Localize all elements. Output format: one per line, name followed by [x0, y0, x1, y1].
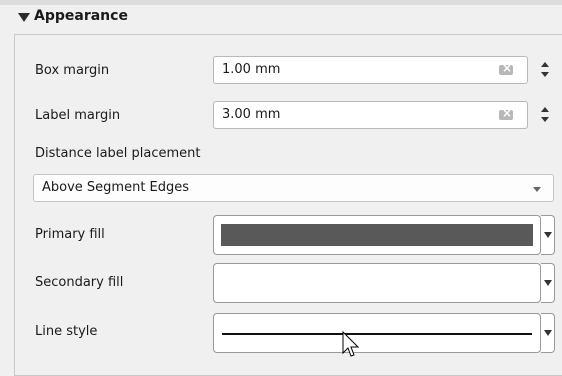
- stepper-up-icon[interactable]: [541, 107, 549, 112]
- appearance-section-header[interactable]: Appearance: [0, 5, 562, 33]
- box-margin-value: 1.00 mm: [222, 62, 281, 77]
- secondary-fill-swatch: [221, 272, 533, 294]
- primary-fill-swatch: [221, 224, 533, 246]
- distance-label-placement-value: Above Segment Edges: [42, 180, 190, 195]
- secondary-fill-dropdown[interactable]: [541, 263, 555, 303]
- stepper-down-icon[interactable]: [541, 72, 549, 77]
- label-margin-value: 3.00 mm: [222, 107, 281, 122]
- primary-fill-color-button[interactable]: [213, 215, 541, 255]
- distance-label-placement-select[interactable]: Above Segment Edges: [33, 174, 554, 202]
- distance-label-placement-label: Distance label placement: [35, 146, 201, 161]
- secondary-fill-label: Secondary fill: [35, 275, 124, 290]
- line-style-dropdown[interactable]: [541, 313, 555, 353]
- label-margin-label: Label margin: [35, 108, 121, 123]
- primary-fill-dropdown[interactable]: [541, 215, 555, 255]
- secondary-fill-color-button[interactable]: [213, 263, 541, 303]
- mouse-pointer-icon: [342, 331, 360, 357]
- section-title: Appearance: [34, 8, 128, 24]
- chevron-down-icon[interactable]: [544, 280, 552, 286]
- label-margin-stepper[interactable]: [536, 101, 556, 129]
- chevron-down-icon[interactable]: [544, 330, 552, 336]
- clear-icon[interactable]: [499, 106, 513, 120]
- stepper-up-icon[interactable]: [541, 62, 549, 67]
- primary-fill-label: Primary fill: [35, 227, 105, 242]
- label-margin-input[interactable]: 3.00 mm: [213, 101, 528, 129]
- triangle-down-icon[interactable]: [18, 13, 30, 22]
- box-margin-label: Box margin: [35, 63, 110, 78]
- line-style-preview: [222, 333, 532, 335]
- clear-icon[interactable]: [499, 61, 513, 75]
- box-margin-input[interactable]: 1.00 mm: [213, 56, 528, 84]
- chevron-down-icon[interactable]: [544, 232, 552, 238]
- chevron-down-icon[interactable]: [533, 187, 541, 192]
- stepper-down-icon[interactable]: [541, 117, 549, 122]
- line-style-label: Line style: [35, 324, 98, 339]
- line-style-button[interactable]: [213, 313, 541, 353]
- box-margin-stepper[interactable]: [536, 56, 556, 84]
